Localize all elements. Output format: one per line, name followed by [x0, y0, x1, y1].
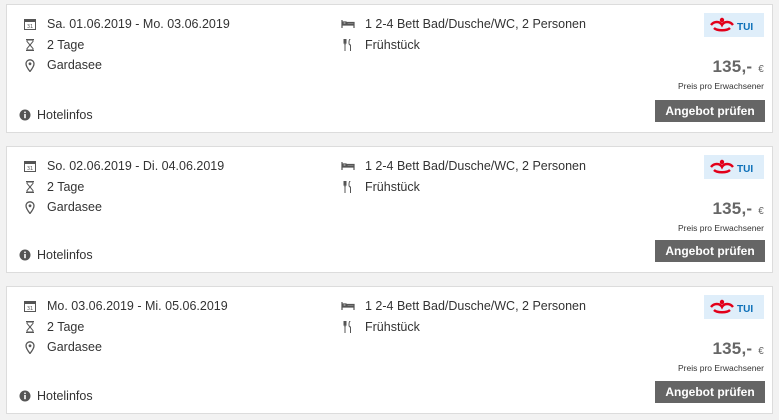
- board-text: Frühstück: [365, 320, 420, 334]
- price-note: Preis pro Erwachsener: [678, 81, 764, 91]
- hotelinfos-link[interactable]: Hotelinfos: [19, 108, 93, 122]
- date-range-text: So. 02.06.2019 - Di. 04.06.2019: [47, 159, 225, 173]
- map-pin-icon: [23, 200, 37, 214]
- duration-text: 2 Tage: [47, 320, 85, 334]
- svg-text:TUI: TUI: [737, 22, 753, 33]
- board-text: Frühstück: [365, 180, 420, 194]
- map-pin-icon: [23, 340, 37, 354]
- price-note: Preis pro Erwachsener: [678, 223, 764, 233]
- room: 1 2-4 Bett Bad/Dusche/WC, 2 Personen: [341, 17, 586, 31]
- bed-icon: [341, 299, 355, 313]
- check-offer-button[interactable]: Angebot prüfen: [655, 100, 765, 122]
- duration-text: 2 Tage: [47, 180, 85, 194]
- map-pin-icon: [23, 58, 37, 72]
- tui-logo: TUI: [704, 295, 764, 319]
- info-icon: [19, 109, 31, 121]
- price: 135,- €: [712, 57, 764, 77]
- room: 1 2-4 Bett Bad/Dusche/WC, 2 Personen: [341, 299, 586, 313]
- info-icon: [19, 390, 31, 402]
- price: 135,- €: [712, 199, 764, 219]
- hotelinfos-link[interactable]: Hotelinfos: [19, 389, 93, 403]
- location-text: Gardasee: [47, 200, 102, 214]
- date-range: 31 So. 02.06.2019 - Di. 04.06.2019: [23, 159, 224, 173]
- price-currency: €: [758, 206, 764, 217]
- svg-text:31: 31: [27, 166, 33, 172]
- bed-icon: [341, 17, 355, 31]
- svg-text:TUI: TUI: [737, 164, 753, 175]
- board-text: Frühstück: [365, 38, 420, 52]
- cutlery-icon: [341, 320, 355, 334]
- duration: 2 Tage: [23, 320, 84, 334]
- check-offer-button[interactable]: Angebot prüfen: [655, 381, 765, 403]
- hotelinfos-label: Hotelinfos: [37, 108, 93, 122]
- location-text: Gardasee: [47, 340, 102, 354]
- duration: 2 Tage: [23, 180, 84, 194]
- price-currency: €: [758, 346, 764, 357]
- location: Gardasee: [23, 58, 102, 72]
- offer-card: 31 Mo. 03.06.2019 - Mi. 05.06.2019 2 Tag…: [6, 286, 773, 414]
- svg-text:31: 31: [27, 24, 33, 30]
- date-range: 31 Sa. 01.06.2019 - Mo. 03.06.2019: [23, 17, 230, 31]
- room-text: 1 2-4 Bett Bad/Dusche/WC, 2 Personen: [365, 17, 586, 31]
- hourglass-icon: [23, 38, 37, 52]
- info-icon: [19, 249, 31, 261]
- room: 1 2-4 Bett Bad/Dusche/WC, 2 Personen: [341, 159, 586, 173]
- hotelinfos-label: Hotelinfos: [37, 248, 93, 262]
- check-offer-button[interactable]: Angebot prüfen: [655, 240, 765, 262]
- date-range-text: Mo. 03.06.2019 - Mi. 05.06.2019: [47, 299, 228, 313]
- offer-card: 31 Sa. 01.06.2019 - Mo. 03.06.2019 2 Tag…: [6, 4, 773, 133]
- room-text: 1 2-4 Bett Bad/Dusche/WC, 2 Personen: [365, 299, 586, 313]
- location: Gardasee: [23, 200, 102, 214]
- price-value: 135,-: [712, 199, 753, 218]
- hourglass-icon: [23, 320, 37, 334]
- date-range: 31 Mo. 03.06.2019 - Mi. 05.06.2019: [23, 299, 228, 313]
- board: Frühstück: [341, 38, 420, 52]
- duration: 2 Tage: [23, 38, 84, 52]
- price: 135,- €: [712, 339, 764, 359]
- offer-card: 31 So. 02.06.2019 - Di. 04.06.2019 2 Tag…: [6, 146, 773, 273]
- location-text: Gardasee: [47, 58, 102, 72]
- price-note: Preis pro Erwachsener: [678, 363, 764, 373]
- hotelinfos-link[interactable]: Hotelinfos: [19, 248, 93, 262]
- calendar-icon: 31: [23, 159, 37, 173]
- date-range-text: Sa. 01.06.2019 - Mo. 03.06.2019: [47, 17, 230, 31]
- calendar-icon: 31: [23, 299, 37, 313]
- calendar-icon: 31: [23, 17, 37, 31]
- duration-text: 2 Tage: [47, 38, 85, 52]
- price-currency: €: [758, 64, 764, 75]
- tui-logo: TUI: [704, 155, 764, 179]
- hotelinfos-label: Hotelinfos: [37, 389, 93, 403]
- cutlery-icon: [341, 38, 355, 52]
- price-value: 135,-: [712, 57, 753, 76]
- board: Frühstück: [341, 180, 420, 194]
- price-value: 135,-: [712, 339, 753, 358]
- bed-icon: [341, 159, 355, 173]
- svg-text:31: 31: [27, 306, 33, 312]
- tui-logo: TUI: [704, 13, 764, 37]
- board: Frühstück: [341, 320, 420, 334]
- location: Gardasee: [23, 340, 102, 354]
- room-text: 1 2-4 Bett Bad/Dusche/WC, 2 Personen: [365, 159, 586, 173]
- cutlery-icon: [341, 180, 355, 194]
- hourglass-icon: [23, 180, 37, 194]
- svg-text:TUI: TUI: [737, 304, 753, 315]
